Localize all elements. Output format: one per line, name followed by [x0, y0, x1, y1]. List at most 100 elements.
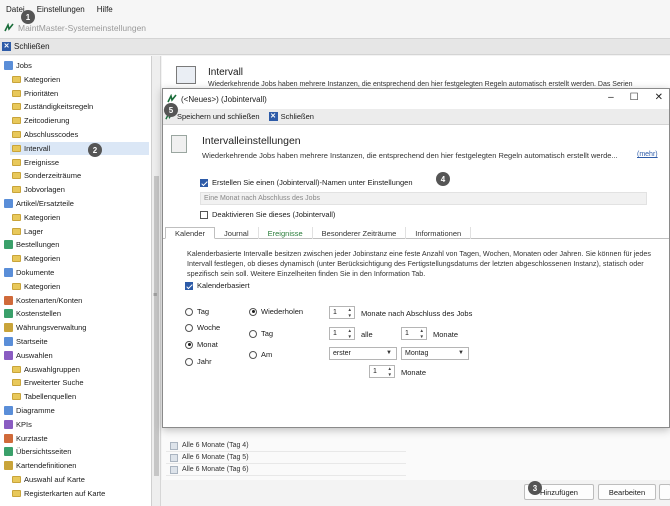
- sidebar-item[interactable]: Artikel/Ersatzteile: [2, 197, 149, 210]
- minimize-icon[interactable]: –: [608, 92, 614, 103]
- close-icon: ✕: [2, 42, 11, 51]
- list-item[interactable]: Alle 6 Monate (Tag 4): [166, 440, 406, 452]
- more-button[interactable]: [659, 484, 670, 500]
- sidebar-item[interactable]: Kategorien: [10, 280, 149, 293]
- sidebar-item[interactable]: Kurztaste: [2, 432, 149, 445]
- sidebar-item[interactable]: Währungsverwaltung: [2, 321, 149, 334]
- stepper-arrows-icon[interactable]: ▲ ▼: [420, 328, 424, 339]
- sidebar-item[interactable]: Sonderzeiträume: [10, 169, 149, 182]
- calendar-based-checkbox[interactable]: [185, 281, 193, 290]
- splitter-grip-icon[interactable]: ≡: [153, 292, 157, 299]
- menu-hilfe[interactable]: Hilfe: [97, 5, 113, 14]
- sidebar-item[interactable]: KPIs: [2, 418, 149, 431]
- every-suffix-label: Monate: [433, 330, 459, 339]
- repeat-wiederholen[interactable]: Wiederholen: [249, 307, 303, 316]
- tab-kalender[interactable]: Kalender: [165, 227, 216, 239]
- create-name-checkbox[interactable]: [200, 178, 208, 187]
- save-and-close-button[interactable]: Speichern und schließen: [177, 112, 260, 121]
- sidebar-item[interactable]: Kostenarten/Konten: [2, 294, 149, 307]
- repeat-tag[interactable]: Tag: [249, 329, 273, 338]
- stepper-arrows-icon[interactable]: ▲ ▼: [348, 307, 352, 318]
- sidebar-item-label: Zuständigkeitsregeln: [24, 102, 94, 112]
- weekday-select[interactable]: Montag ▼: [401, 347, 469, 360]
- sidebar-item[interactable]: Intervall: [10, 141, 149, 155]
- maximize-icon[interactable]: ☐: [630, 92, 639, 103]
- ordinal-select[interactable]: erster ▼: [329, 347, 397, 360]
- radio-wiederholen[interactable]: [249, 307, 257, 316]
- radio-tag[interactable]: [185, 307, 193, 316]
- sidebar-item[interactable]: Zeitcodierung: [10, 114, 149, 127]
- stepper-arrows-icon[interactable]: ▲ ▼: [388, 366, 392, 377]
- sidebar-item[interactable]: Bestellungen: [2, 238, 149, 251]
- deactivate-row[interactable]: Deaktivieren Sie dieses (Jobintervall): [200, 210, 335, 219]
- period-monat[interactable]: Monat: [185, 340, 218, 349]
- splitter-scrollbar[interactable]: ≡: [152, 56, 161, 506]
- sidebar-item-label: Übersichtsseiten: [16, 447, 72, 457]
- tab-journal[interactable]: Journal: [215, 227, 259, 239]
- sidebar-item[interactable]: Abschlusscodes: [10, 128, 149, 141]
- day-stepper[interactable]: 1 ▲ ▼: [329, 327, 355, 340]
- sidebar-item[interactable]: Prioritäten: [10, 87, 149, 100]
- period-tag[interactable]: Tag: [185, 307, 209, 316]
- sidebar-item[interactable]: Diagramme: [2, 404, 149, 417]
- radio-repeat-tag[interactable]: [249, 329, 257, 338]
- sidebar-item[interactable]: Tabellenquellen: [10, 390, 149, 403]
- sidebar-item[interactable]: Auswahlen: [2, 349, 149, 362]
- folder-icon: [12, 365, 21, 373]
- sidebar-item[interactable]: Kategorien: [10, 73, 149, 86]
- radio-monat[interactable]: [185, 340, 193, 349]
- sidebar-item-label: Startseite: [16, 337, 48, 346]
- sidebar-item[interactable]: Kostenstellen: [2, 307, 149, 320]
- menu-einstellungen[interactable]: Einstellungen: [37, 5, 85, 14]
- am-months-stepper[interactable]: 1 ▲ ▼: [369, 365, 395, 378]
- sidebar-item[interactable]: Dokumente: [2, 266, 149, 279]
- radio-jahr[interactable]: [185, 357, 193, 366]
- callout-badge: 5: [164, 103, 178, 117]
- close-button[interactable]: Schließen: [14, 42, 50, 51]
- calendar-based-row[interactable]: Kalenderbasiert: [185, 281, 250, 290]
- tab-informationen[interactable]: Informationen: [406, 227, 472, 239]
- stepper-arrows-icon[interactable]: ▲ ▼: [348, 328, 352, 339]
- repeat-months-stepper[interactable]: 1 ▲ ▼: [329, 306, 355, 319]
- folder-icon: [12, 393, 21, 401]
- dialog-close-button[interactable]: Schließen: [281, 112, 314, 121]
- sidebar-item[interactable]: Ereignisse: [10, 156, 149, 169]
- deactivate-checkbox[interactable]: [200, 210, 208, 219]
- tab-ereignisse[interactable]: Ereignisse: [259, 227, 313, 239]
- create-name-row[interactable]: Erstellen Sie einen (Jobintervall)-Namen…: [200, 178, 413, 187]
- am-months-suffix: Monate: [401, 368, 427, 377]
- sidebar-item[interactable]: Jobvorlagen: [10, 183, 149, 196]
- interval-name-field[interactable]: Eine Monat nach Abschluss des Jobs: [200, 192, 647, 205]
- period-woche[interactable]: Woche: [185, 323, 220, 332]
- sidebar-item[interactable]: Kategorien: [10, 252, 149, 265]
- scrollbar-thumb[interactable]: [154, 176, 159, 476]
- sidebar-item[interactable]: Startseite: [2, 335, 149, 348]
- sidebar-item[interactable]: Kartendefinitionen: [2, 459, 149, 472]
- tab-besonderer-zeitraeume[interactable]: Besonderer Zeiträume: [313, 227, 407, 239]
- sidebar-item[interactable]: Auswahlgruppen: [10, 363, 149, 376]
- repeat-am[interactable]: Am: [249, 350, 272, 359]
- edit-button[interactable]: Bearbeiten: [598, 484, 656, 500]
- period-jahr[interactable]: Jahr: [185, 357, 212, 366]
- every-months-stepper[interactable]: 1 ▲ ▼: [401, 327, 427, 340]
- interval-row-icon: [170, 453, 178, 462]
- radio-woche[interactable]: [185, 323, 193, 332]
- list-item[interactable]: Alle 6 Monate (Tag 5): [166, 452, 406, 464]
- deactivate-label: Deaktivieren Sie dieses (Jobintervall): [212, 210, 336, 219]
- sidebar-item[interactable]: Erweiterter Suche: [10, 376, 149, 389]
- radio-am[interactable]: [249, 350, 257, 359]
- every-label: alle: [361, 330, 373, 339]
- more-link[interactable]: (mehr): [637, 151, 658, 158]
- sidebar-item[interactable]: Jobs: [2, 59, 149, 72]
- sidebar-item[interactable]: Kategorien: [10, 211, 149, 224]
- sidebar-item[interactable]: Übersichtsseiten: [2, 445, 149, 458]
- close-window-icon[interactable]: ✕: [655, 92, 663, 103]
- folder-icon: [12, 255, 21, 263]
- list-item[interactable]: Alle 6 Monate (Tag 6): [166, 464, 406, 476]
- sidebar-item[interactable]: Lager: [10, 225, 149, 238]
- sidebar-item[interactable]: Zuständigkeitsregeln: [10, 100, 149, 113]
- sidebar-item[interactable]: Registerkarten auf Karte: [10, 487, 149, 500]
- sidebar-item[interactable]: Auswahl auf Karte: [10, 473, 149, 486]
- folder-icon: [12, 379, 21, 387]
- folder-icon: [12, 489, 21, 497]
